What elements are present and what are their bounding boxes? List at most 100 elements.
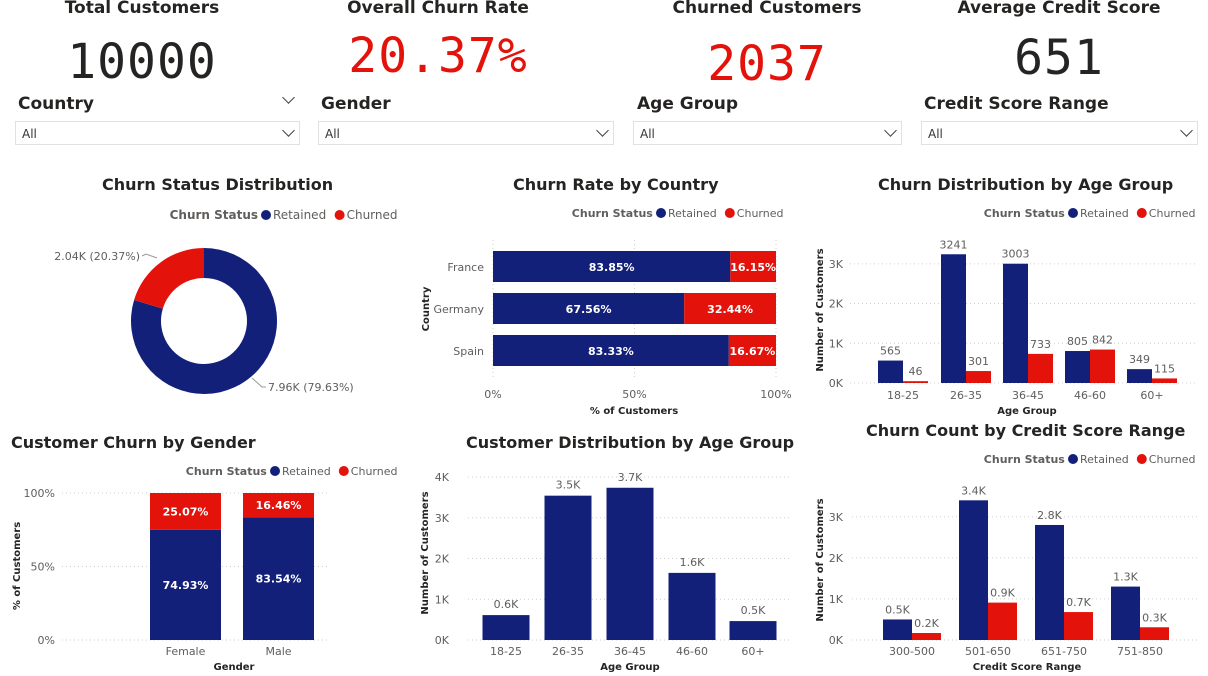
custage-category-label: 60+ <box>741 645 764 658</box>
credit-bar-churned <box>912 633 941 640</box>
legend-marker-retained <box>656 208 666 218</box>
custage-y-tick: 4K <box>435 471 450 484</box>
custage-y-axis-title: Number of Customers <box>420 491 431 614</box>
credit-y-tick: 2K <box>829 552 844 565</box>
custage-category-label: 26-35 <box>552 645 584 658</box>
donut-leader-churned <box>141 253 158 259</box>
legend-marker-churned <box>1136 208 1147 218</box>
custage-data-label: 3.7K <box>618 471 643 484</box>
legend-marker-retained <box>261 210 271 220</box>
age-label-retained: 805 <box>1067 335 1088 348</box>
age-category-label: 18-25 <box>887 389 919 402</box>
country-category-label: Germany <box>433 303 484 316</box>
custage-category-label: 18-25 <box>490 645 522 658</box>
legend-title: Churn Status <box>984 453 1066 466</box>
legend-marker-retained <box>1068 454 1078 464</box>
age-label-retained: 3003 <box>1002 248 1030 261</box>
legend-marker-churned <box>724 208 735 218</box>
age-bar-retained <box>878 360 903 383</box>
donut-leader-retained <box>251 377 266 388</box>
credit-y-tick: 3K <box>829 511 844 524</box>
credit-label-retained: 2.8K <box>1037 509 1062 522</box>
legend-label-churned: Churned <box>351 465 398 478</box>
legend-label-churned: Churned <box>1149 453 1196 466</box>
custage-bar <box>606 487 654 640</box>
country-x-tick: 100% <box>760 388 791 401</box>
legend-label-churned: Churned <box>737 207 784 220</box>
age-bar-retained <box>941 254 966 383</box>
country-y-axis-title: Country <box>421 286 432 331</box>
gender-y-tick: 100% <box>24 487 55 500</box>
country-label-retained: 83.85% <box>589 261 635 274</box>
credit-bar-retained <box>1035 524 1064 640</box>
age-bar-retained <box>1003 263 1028 383</box>
age-bar-churned <box>1090 349 1115 383</box>
country-label-churned: 16.15% <box>730 261 776 274</box>
age-y-tick: 1K <box>829 337 844 350</box>
donut-label-churned: 2.04K (20.37%) <box>54 250 140 263</box>
age-y-tick: 2K <box>829 298 844 311</box>
custage-bar <box>482 615 530 640</box>
custage-y-tick: 0K <box>435 634 450 647</box>
legend-marker-churned <box>1136 454 1147 464</box>
donut-slice-churned <box>134 248 204 309</box>
age-label-churned: 733 <box>1030 338 1051 351</box>
legend-label-retained: Retained <box>273 208 326 222</box>
credit-label-churned: 0.3K <box>1142 611 1167 624</box>
age-category-label: 60+ <box>1140 389 1163 402</box>
legend-marker-churned <box>334 210 345 220</box>
custage-y-tick: 2K <box>435 553 450 566</box>
credit-y-tick: 1K <box>829 593 844 606</box>
age-bar-churned <box>966 371 991 383</box>
age-label-churned: 115 <box>1154 362 1175 375</box>
legend-title: Churn Status <box>984 207 1066 220</box>
credit-label-retained: 3.4K <box>961 484 986 497</box>
country-x-axis-title: % of Customers <box>590 406 678 417</box>
gender-label-retained: 83.54% <box>256 573 302 586</box>
age-x-axis-title: Age Group <box>997 406 1056 417</box>
legend-label-retained: Retained <box>1080 207 1129 220</box>
gender-category-label: Male <box>265 645 291 658</box>
legend-title: Churn Status <box>186 465 268 478</box>
custage-data-label: 0.5K <box>741 604 766 617</box>
credit-label-churned: 0.9K <box>990 587 1015 600</box>
credit-category-label: 300-500 <box>889 645 935 658</box>
credit-label-retained: 1.3K <box>1113 571 1138 584</box>
age-label-churned: 46 <box>909 365 923 378</box>
age-bar-churned <box>1028 353 1053 383</box>
credit-label-churned: 0.2K <box>914 617 939 630</box>
custage-category-label: 36-45 <box>614 645 646 658</box>
legend-label-retained: Retained <box>282 465 331 478</box>
custage-bar <box>544 495 592 640</box>
custage-data-label: 1.6K <box>680 556 705 569</box>
country-label-retained: 83.33% <box>588 345 634 358</box>
credit-y-tick: 0K <box>829 634 844 647</box>
credit-bar-retained <box>883 619 912 640</box>
legend-marker-churned <box>338 466 349 476</box>
gender-y-axis-title: % of Customers <box>12 522 23 610</box>
age-bar-churned <box>903 381 928 383</box>
country-label-retained: 67.56% <box>566 303 612 316</box>
age-category-label: 26-35 <box>950 389 982 402</box>
donut-label-retained: 7.96K (79.63%) <box>268 381 354 394</box>
country-label-churned: 16.67% <box>729 345 775 358</box>
credit-bar-retained <box>959 500 988 640</box>
gender-x-axis-title: Gender <box>214 662 255 673</box>
age-y-axis-title: Number of Customers <box>815 248 826 371</box>
legend-label-retained: Retained <box>1080 453 1129 466</box>
age-bar-retained <box>1065 351 1090 383</box>
custage-data-label: 3.5K <box>556 479 581 492</box>
gender-category-label: Female <box>166 645 206 658</box>
credit-bar-churned <box>1064 612 1093 640</box>
legend-marker-retained <box>1068 208 1078 218</box>
age-label-churned: 301 <box>968 355 989 368</box>
country-x-tick: 0% <box>484 388 501 401</box>
legend-label-churned: Churned <box>347 208 398 222</box>
credit-bar-retained <box>1111 586 1140 640</box>
credit-bar-churned <box>988 602 1017 640</box>
custage-bar <box>668 572 716 640</box>
custage-category-label: 46-60 <box>676 645 708 658</box>
age-y-tick: 0K <box>829 377 844 390</box>
custage-y-tick: 3K <box>435 512 450 525</box>
gender-label-retained: 74.93% <box>163 579 209 592</box>
